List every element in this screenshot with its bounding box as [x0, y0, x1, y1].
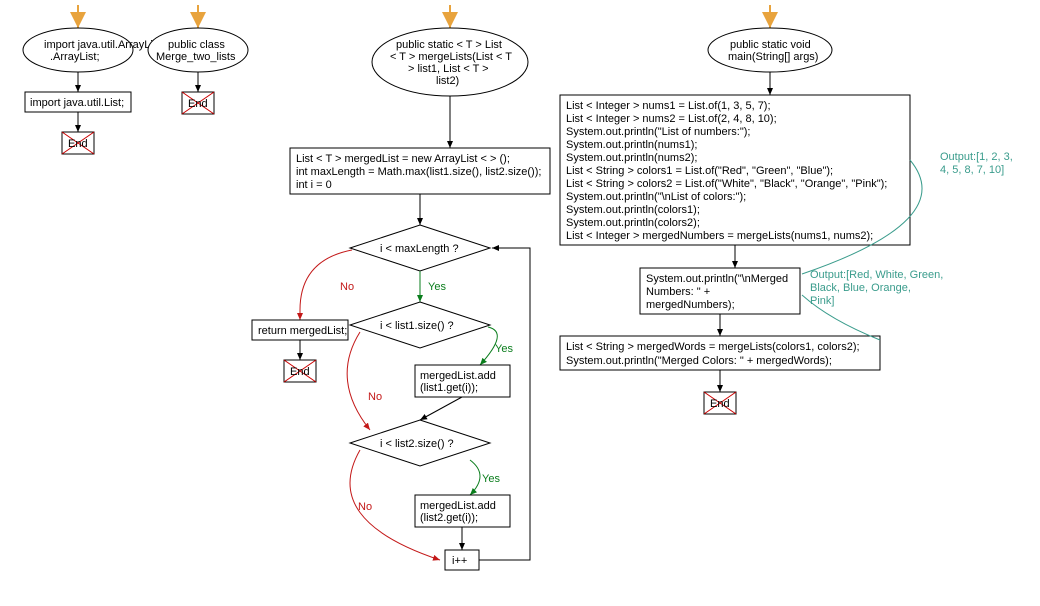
ellipse-class-text: public class Merge_two_lists	[156, 39, 236, 63]
box-import-list-text: import java.util.List;	[30, 97, 124, 109]
end-node: End	[704, 392, 736, 414]
ellipse-main-text: public static void main(String[] args)	[728, 39, 818, 63]
flowchart-1: import java.util.ArrayList; .ArrayList; …	[23, 5, 168, 154]
no-label: No	[358, 501, 372, 513]
end-node: End	[284, 360, 316, 382]
box-return-text: return mergedList;	[258, 325, 347, 337]
yes-label: Yes	[482, 473, 500, 485]
edge-no	[347, 332, 370, 430]
end-label: End	[710, 398, 730, 410]
end-node: End	[62, 132, 94, 154]
box-inc-text: i++	[452, 555, 467, 567]
edge	[420, 397, 462, 420]
no-label: No	[368, 391, 382, 403]
flowchart-2: public class Merge_two_lists End	[148, 5, 248, 114]
flowchart-4: public static void main(String[] args) L…	[560, 5, 1016, 414]
flowchart-3: public static < T > List < T > mergeList…	[252, 5, 550, 570]
end-label: End	[68, 138, 88, 150]
diamond-maxlength-text: i < maxLength ?	[380, 243, 459, 255]
end-label: End	[188, 98, 208, 110]
yes-label: Yes	[428, 281, 446, 293]
end-label: End	[290, 366, 310, 378]
edge-yes	[470, 460, 480, 495]
diamond-list1size-text: i < list1.size() ?	[380, 320, 454, 332]
output-text-1: Output:[1, 2, 3, 4, 5, 8, 7, 10]	[940, 151, 1016, 176]
diamond-list2size-text: i < list2.size() ?	[380, 438, 454, 450]
end-node: End	[182, 92, 214, 114]
yes-label: Yes	[495, 343, 513, 355]
no-label: No	[340, 281, 354, 293]
output-text-2: Output:[Red, White, Green, Black, Blue, …	[810, 269, 946, 307]
